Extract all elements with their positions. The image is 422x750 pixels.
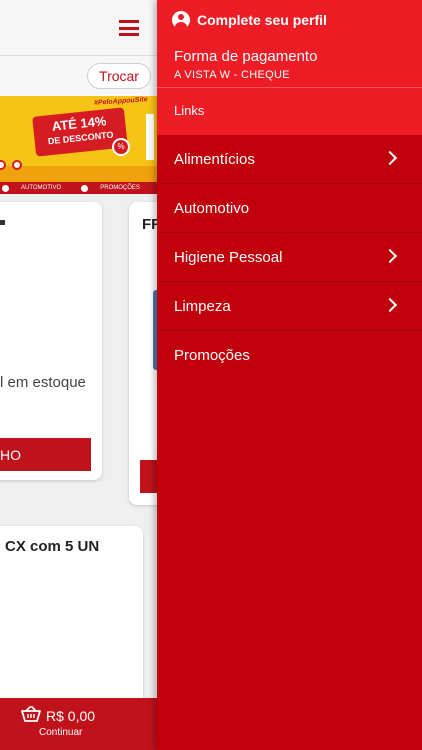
menu-item-automotivo[interactable]: Automotivo <box>157 184 422 233</box>
cart-bar[interactable]: R$ 0,00 Continuar <box>0 698 160 750</box>
product-card[interactable]: l em estoque HO <box>0 202 102 480</box>
profile-label: Complete seu perfil <box>197 12 327 28</box>
menu-item-alimenticios[interactable]: Alimentícios <box>157 135 422 184</box>
menu-item-label: Alimentícios <box>174 150 255 168</box>
user-icon <box>172 11 190 29</box>
banner-hashtag: #PeloAppouSite <box>93 96 148 107</box>
carousel-dot[interactable] <box>12 160 22 170</box>
menu-item-label: Promoções <box>174 347 250 364</box>
basket-icon <box>21 706 41 722</box>
chevron-right-icon <box>382 150 398 166</box>
payment-method-value: A VISTA W - CHEQUE <box>174 69 290 81</box>
percent-badge-icon: % <box>112 138 130 156</box>
banner-stripe <box>0 166 160 182</box>
menu-item-higiene-pessoal[interactable]: Higiene Pessoal <box>157 233 422 282</box>
continue-label: Continuar <box>39 727 83 738</box>
product-title: CX com 5 UN <box>5 538 100 555</box>
hamburger-menu-icon[interactable] <box>119 20 139 36</box>
category-strip-item[interactable]: AUTOMOTIVO <box>21 185 61 191</box>
complete-profile-link[interactable]: Complete seu perfil <box>172 11 327 29</box>
chevron-right-icon <box>382 297 398 313</box>
payment-method-label[interactable]: Forma de pagamento <box>174 48 317 65</box>
cart-total: R$ 0,00 <box>46 708 96 724</box>
top-bar <box>0 0 160 56</box>
product-stock: l em estoque <box>0 374 86 391</box>
category-strip-item[interactable]: PROMOÇÕES <box>100 185 140 191</box>
product-title-fragment <box>0 220 5 225</box>
background-app: Trocar #PeloAppouSite ATÉ 14% DE DESCONT… <box>0 0 160 750</box>
drawer-header: Complete seu perfil Forma de pagamento A… <box>157 0 422 135</box>
menu-item-limpeza[interactable]: Limpeza <box>157 282 422 331</box>
promo-banner[interactable]: #PeloAppouSite ATÉ 14% DE DESCONTO % <box>0 96 160 182</box>
side-drawer: Complete seu perfil Forma de pagamento A… <box>157 0 422 750</box>
change-store-button[interactable]: Trocar <box>87 63 151 89</box>
category-strip: AUTOMOTIVO PROMOÇÕES <box>0 182 160 194</box>
divider <box>157 87 422 88</box>
menu-item-promocoes[interactable]: Promoções <box>157 331 422 380</box>
menu-item-label: Automotivo <box>174 199 250 217</box>
product-card[interactable]: CX com 5 UN <box>0 526 143 716</box>
menu-item-label: Limpeza <box>174 297 231 315</box>
category-menu: Alimentícios Automotivo Higiene Pessoal … <box>157 135 422 380</box>
category-icon <box>2 184 9 192</box>
product-card[interactable]: FF <box>129 202 160 505</box>
category-icon <box>81 184 89 192</box>
menu-item-label: Higiene Pessoal <box>174 248 283 266</box>
links-item[interactable]: Links <box>174 103 204 118</box>
chevron-right-icon <box>382 248 398 264</box>
add-to-cart-button[interactable]: HO <box>0 438 91 471</box>
banner-side-graphic <box>146 114 154 160</box>
